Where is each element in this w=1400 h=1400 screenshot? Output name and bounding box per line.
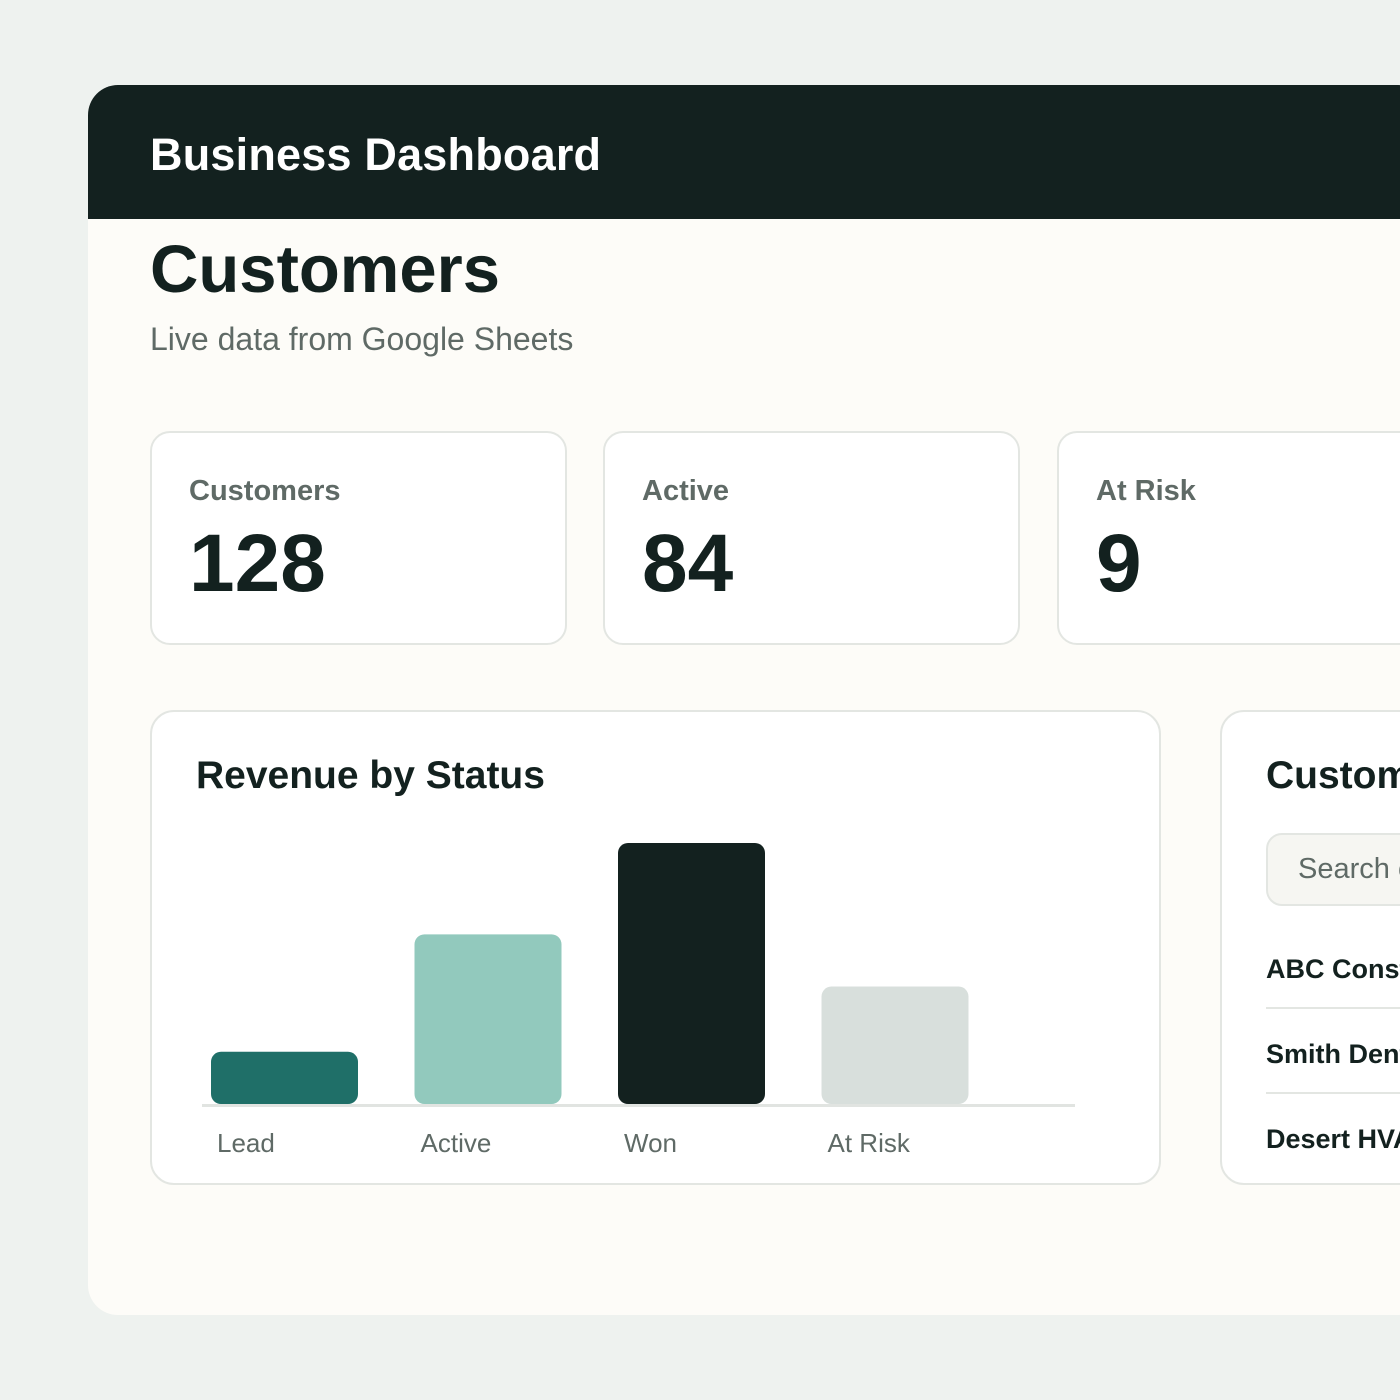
customers-list-card: Customers ABC Construction Smith Dental …	[1220, 710, 1400, 1185]
customer-list-item[interactable]: Smith Dental	[1266, 1009, 1400, 1094]
revenue-bar-chart: Lead Active Won At Risk	[202, 843, 1075, 1158]
revenue-chart-card: Revenue by Status Lead Active Won At Risk	[150, 710, 1161, 1185]
stat-card-at-risk: At Risk 9	[1057, 431, 1400, 645]
stat-label: Active	[642, 475, 730, 507]
dashboard-window: Business Dashboard Customers Live data f…	[88, 85, 1400, 1315]
search-input[interactable]	[1266, 833, 1400, 906]
page-subtitle: Live data from Google Sheets	[150, 321, 574, 357]
x-tick-label: Active	[421, 1128, 492, 1158]
customer-name: ABC Construction	[1266, 954, 1400, 984]
stat-value: 9	[1096, 518, 1142, 609]
bar-lead	[211, 1051, 358, 1104]
stat-card-customers: Customers 128	[150, 431, 567, 645]
page-title: Customers	[150, 232, 500, 307]
stat-label: Customers	[189, 475, 341, 507]
customers-list-title: Customers	[1266, 754, 1400, 797]
customer-name: Smith Dental	[1266, 1039, 1400, 1069]
x-tick-label: Won	[624, 1128, 677, 1158]
customer-list-item[interactable]: ABC Construction	[1266, 924, 1400, 1009]
bar-at-risk	[821, 986, 969, 1104]
top-bar: Business Dashboard	[88, 85, 1400, 219]
bar-won	[618, 843, 765, 1104]
stat-label: At Risk	[1096, 475, 1196, 507]
customer-name: Desert HVAC	[1266, 1124, 1400, 1154]
bar-active	[414, 934, 562, 1104]
customer-list-item[interactable]: Desert HVAC	[1266, 1094, 1400, 1179]
stat-value: 84	[642, 518, 734, 609]
x-tick-label: Lead	[217, 1128, 275, 1158]
stat-card-active: Active 84	[603, 431, 1020, 645]
stat-value: 128	[189, 518, 326, 609]
x-tick-label: At Risk	[828, 1128, 911, 1158]
app-title: Business Dashboard	[150, 129, 602, 180]
